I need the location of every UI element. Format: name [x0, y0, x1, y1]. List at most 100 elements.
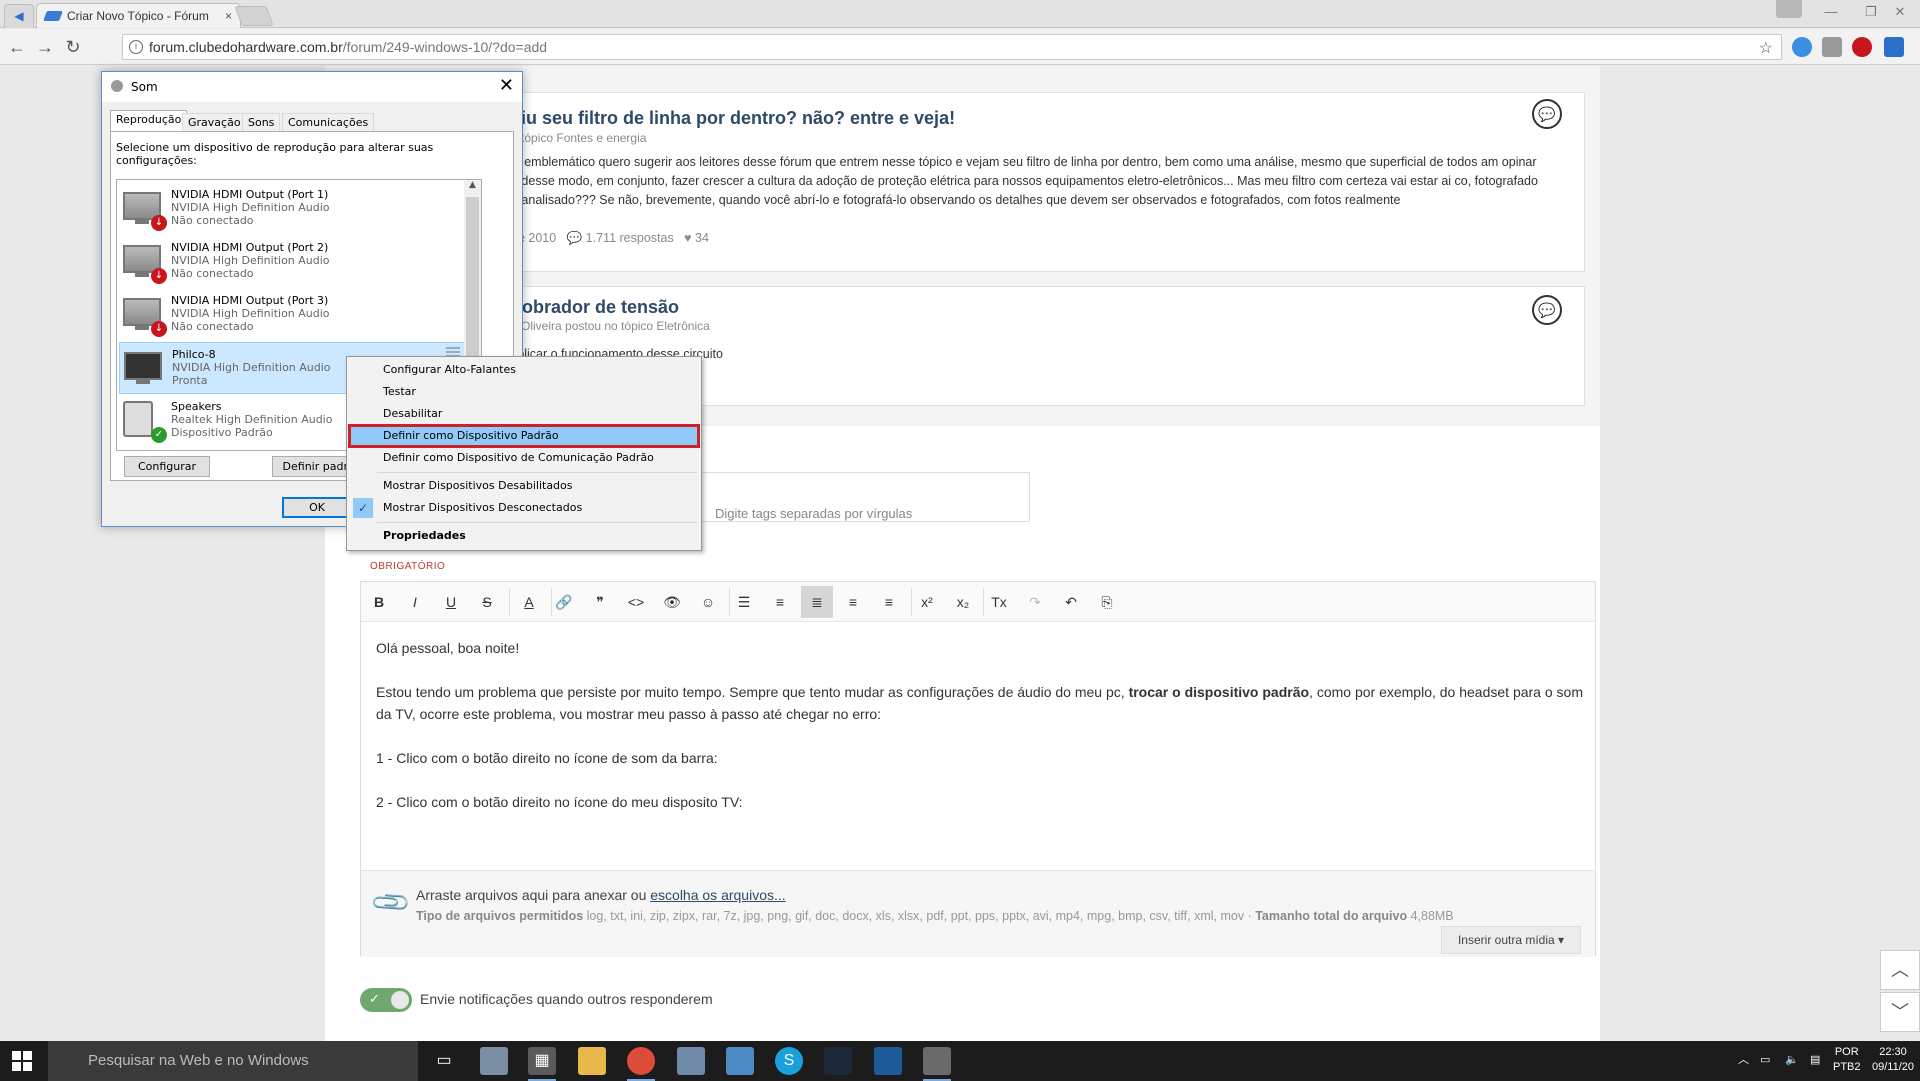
menu-properties[interactable]: Propriedades [350, 526, 698, 546]
menu-configure-speakers[interactable]: Configurar Alto-Falantes [350, 360, 698, 380]
insert-media-button[interactable]: Inserir outra mídia ▾ [1441, 926, 1581, 954]
underline-button[interactable]: U [435, 586, 467, 618]
steam-icon[interactable] [824, 1047, 852, 1075]
dialog-titlebar[interactable]: Som ✕ [102, 72, 522, 102]
close-window-button[interactable]: ✕ [1880, 0, 1920, 24]
preview-icon[interactable]: ⎘ [1091, 586, 1123, 618]
device-item[interactable]: ↓ NVIDIA HDMI Output (Port 3) NVIDIA Hig… [119, 289, 465, 341]
tab-playback[interactable]: Reprodução [110, 110, 188, 132]
dialog-close-icon[interactable]: ✕ [499, 75, 514, 96]
menu-test[interactable]: Testar [350, 382, 698, 402]
align-left-icon[interactable]: ≣ [801, 586, 833, 618]
menu-set-default-communication[interactable]: Definir como Dispositivo de Comunicação … [350, 448, 698, 468]
topic-card[interactable]: viu seu filtro de linha por dentro? não?… [480, 92, 1585, 272]
heart-icon: ♥ [684, 231, 692, 245]
emoji-icon[interactable]: ☺ [692, 586, 724, 618]
align-right-icon[interactable]: ≡ [873, 586, 905, 618]
checkmark-icon: ✓ [353, 498, 373, 518]
bold-button[interactable]: B [363, 586, 395, 618]
taskbar-search-box[interactable]: Pesquisar na Web e no Windows [48, 1041, 418, 1081]
editor-body[interactable]: Olá pessoal, boa noite! Estou tendo um p… [376, 637, 1586, 835]
redo-icon[interactable]: ↷ [1019, 586, 1051, 618]
previous-tab[interactable]: ◀ [4, 4, 34, 28]
sound-settings-icon[interactable] [923, 1047, 951, 1081]
app-icon[interactable] [874, 1047, 902, 1075]
topic-meta: e Oliveira postou no tópico Eletrônica [511, 319, 710, 333]
volume-icon[interactable]: 🔈 [1785, 1053, 1799, 1068]
file-explorer-icon[interactable] [578, 1047, 606, 1075]
configure-button[interactable]: Configurar [124, 456, 210, 477]
italic-button[interactable]: I [399, 586, 431, 618]
reload-button[interactable]: ↻ [62, 36, 84, 58]
windows-start-icon[interactable] [12, 1051, 32, 1071]
choose-files-link[interactable]: escolha os arquivos... [650, 887, 785, 903]
chrome-icon[interactable] [627, 1047, 655, 1081]
app-icon[interactable] [677, 1047, 705, 1075]
menu-show-disabled[interactable]: Mostrar Dispositivos Desabilitados [350, 476, 698, 496]
spoiler-eye-icon[interactable]: 👁 [656, 586, 688, 618]
extension-globe-icon[interactable] [1792, 37, 1812, 57]
undo-icon[interactable]: ↶ [1055, 586, 1087, 618]
post-editor[interactable]: B I U S A 🔗 ❞ <> 👁 ☺ ☰ ≡ ≣ ≡ ≡ x² x₂ Tx … [360, 581, 1596, 957]
font-color-button[interactable]: A [513, 586, 545, 618]
bullet-list-icon[interactable]: ☰ [728, 586, 760, 618]
toggle-knob [391, 991, 409, 1009]
menu-separator [377, 522, 697, 523]
link-icon[interactable]: 🔗 [548, 586, 580, 618]
notify-toggle[interactable]: ✓ [360, 988, 412, 1012]
bookmark-star-icon[interactable]: ☆ [1759, 37, 1773, 61]
network-icon[interactable]: ▭ [1760, 1053, 1770, 1068]
align-center-icon[interactable]: ≡ [837, 586, 869, 618]
address-bar[interactable]: i forum.clubedohardware.com.br/forum/249… [122, 34, 1782, 60]
extension-adblock-icon[interactable] [1852, 37, 1872, 57]
calculator-icon[interactable]: ▦ [528, 1047, 556, 1081]
menu-set-default-device[interactable]: Definir como Dispositivo Padrão [348, 424, 700, 448]
tab-recording[interactable]: Gravação [182, 113, 247, 132]
new-tab-button[interactable] [234, 6, 274, 26]
scroll-up-arrow-icon[interactable]: ▲ [464, 180, 481, 190]
url-domain: forum.clubedohardware.com.br [149, 39, 343, 55]
task-view-icon[interactable]: ▭ [430, 1047, 458, 1075]
profile-icon[interactable] [1776, 0, 1802, 18]
chat-bubble-icon[interactable]: 💬 [1532, 295, 1562, 325]
skype-icon[interactable]: S [775, 1047, 803, 1075]
back-button[interactable]: ← [6, 36, 28, 58]
minimize-button[interactable]: — [1811, 0, 1851, 24]
topic-title[interactable]: viu seu filtro de linha por dentro? não?… [511, 108, 955, 129]
device-item[interactable]: ↓ NVIDIA HDMI Output (Port 1) NVIDIA Hig… [119, 183, 465, 235]
code-icon[interactable]: <> [620, 586, 652, 618]
tab-close-icon[interactable]: × [225, 9, 232, 23]
action-center-icon[interactable]: ▤ [1810, 1053, 1820, 1068]
input-language[interactable]: POR PTB2 [1833, 1045, 1861, 1075]
tray-chevron-icon[interactable]: ︿ [1738, 1053, 1749, 1068]
menu-disable[interactable]: Desabilitar [350, 404, 698, 424]
quote-icon[interactable]: ❞ [584, 586, 616, 618]
browser-tab[interactable]: Criar Novo Tópico - Fórum × [36, 3, 241, 28]
extension-gamepad-icon[interactable] [1822, 37, 1842, 57]
strikethrough-button[interactable]: S [471, 586, 503, 618]
scroll-down-button[interactable]: ﹀ [1880, 992, 1920, 1032]
menu-show-disconnected[interactable]: ✓ Mostrar Dispositivos Desconectados [350, 498, 698, 518]
extension-compress-icon[interactable] [1884, 37, 1904, 57]
device-item[interactable]: ↓ NVIDIA HDMI Output (Port 2) NVIDIA Hig… [119, 236, 465, 288]
chat-bubble-icon[interactable]: 💬 [1532, 99, 1562, 129]
info-icon[interactable]: i [129, 40, 143, 54]
scroll-up-button[interactable]: ︿ [1880, 950, 1920, 990]
app-icon[interactable] [480, 1047, 508, 1075]
subscript-icon[interactable]: x₂ [947, 586, 979, 618]
scroll-thumb[interactable] [466, 197, 479, 357]
tab-sounds[interactable]: Sons [242, 113, 281, 132]
topic-title[interactable]: dobrador de tensão [511, 297, 679, 318]
superscript-icon[interactable]: x² [911, 586, 943, 618]
notepad-icon[interactable] [726, 1047, 754, 1075]
ok-button[interactable]: OK [282, 497, 352, 518]
taskbar-clock[interactable]: 22:30 09/11/20 [1872, 1045, 1914, 1075]
speaker-device-icon: ✓ [123, 401, 167, 443]
forum-favicon-icon [43, 11, 63, 21]
attach-drop-text: Arraste arquivos aqui para anexar ou esc… [416, 887, 786, 903]
tab-communications[interactable]: Comunicações [282, 113, 375, 132]
clear-format-icon[interactable]: Tx [983, 586, 1015, 618]
attachment-area[interactable]: 📎 Arraste arquivos aqui para anexar ou e… [361, 870, 1595, 957]
forward-button[interactable]: → [34, 36, 56, 58]
numbered-list-icon[interactable]: ≡ [764, 586, 796, 618]
